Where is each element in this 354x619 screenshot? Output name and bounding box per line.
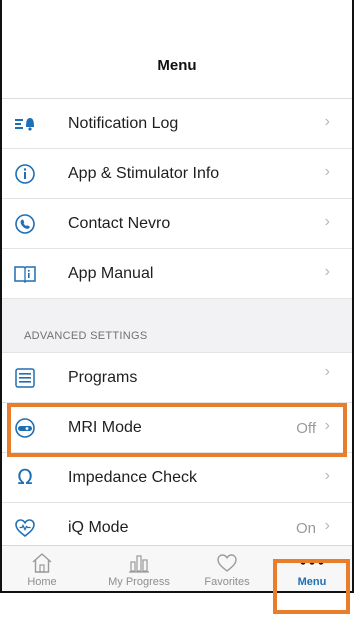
- mri-icon: [14, 417, 36, 439]
- menu-item-label: App & Stimulator Info: [68, 165, 220, 182]
- tab-label: Home: [27, 576, 57, 588]
- chevron-right-icon: ›: [324, 163, 330, 180]
- chevron-right-icon: ›: [324, 517, 330, 534]
- chevron-right-icon: ›: [324, 213, 330, 230]
- tab-favorites[interactable]: Favorites: [192, 546, 262, 592]
- home-icon: [30, 552, 54, 579]
- page-title: Menu: [157, 57, 197, 74]
- menu-item-app-stimulator-info[interactable]: App & Stimulator Info ›: [2, 149, 352, 199]
- menu-item-impedance-check[interactable]: Ω Impedance Check ›: [2, 453, 352, 503]
- chevron-right-icon: ›: [324, 263, 330, 280]
- chevron-right-icon: ›: [324, 363, 330, 380]
- menu-item-label: MRI Mode: [68, 419, 142, 436]
- menu-item-notification-log[interactable]: Notification Log ›: [2, 99, 352, 149]
- tab-label: My Progress: [108, 576, 170, 588]
- menu-list: Notification Log › App & Stimulator Info…: [2, 99, 352, 553]
- nav-header: Menu: [2, 0, 352, 99]
- menu-item-contact-nevro[interactable]: Contact Nevro ›: [2, 199, 352, 249]
- menu-item-label: Contact Nevro: [68, 215, 171, 232]
- bar-chart-icon: [127, 552, 151, 579]
- phone-icon: [14, 213, 36, 235]
- menu-item-label: App Manual: [68, 265, 154, 282]
- menu-item-label: iQ Mode: [68, 519, 129, 536]
- section-header-advanced-settings: ADVANCED SETTINGS: [24, 330, 148, 342]
- chevron-right-icon: ›: [324, 417, 330, 434]
- programs-list-icon: [14, 367, 36, 389]
- iq-mode-status: On: [295, 520, 316, 537]
- menu-tab-highlight-box: [273, 559, 350, 614]
- menu-item-label: Programs: [68, 369, 138, 386]
- section-divider: ADVANCED SETTINGS: [2, 299, 352, 353]
- menu-item-mri-mode[interactable]: MRI Mode Off ›: [2, 403, 352, 453]
- chevron-right-icon: ›: [324, 113, 330, 130]
- book-icon: [14, 263, 36, 285]
- notification-log-icon: [14, 113, 36, 135]
- chevron-right-icon: ›: [324, 467, 330, 484]
- heart-wave-icon: [14, 517, 36, 539]
- menu-item-label: Impedance Check: [68, 469, 197, 486]
- menu-item-programs[interactable]: Programs ›: [2, 353, 352, 403]
- mri-mode-status: Off: [296, 420, 316, 437]
- heart-icon: [215, 552, 239, 579]
- tab-label: Favorites: [204, 576, 250, 588]
- menu-item-label: Notification Log: [68, 115, 179, 132]
- tab-home[interactable]: Home: [12, 546, 72, 592]
- info-icon: [14, 163, 36, 185]
- tab-my-progress[interactable]: My Progress: [94, 546, 184, 592]
- menu-item-app-manual[interactable]: App Manual ›: [2, 249, 352, 299]
- omega-icon: Ω: [14, 465, 36, 489]
- svg-text:Ω: Ω: [17, 465, 32, 487]
